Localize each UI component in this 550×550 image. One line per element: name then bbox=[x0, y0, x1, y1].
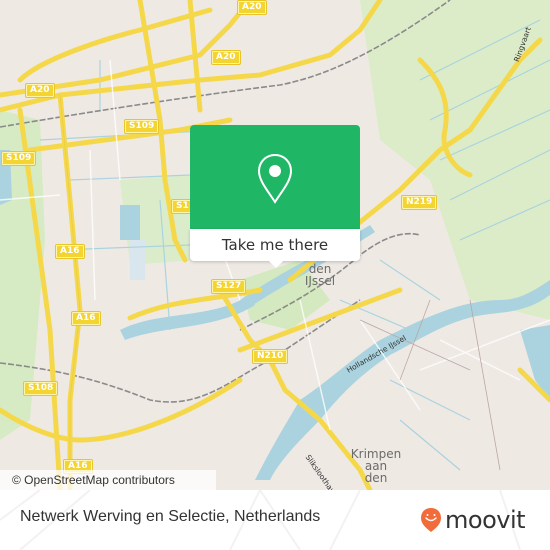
map-attribution[interactable]: © OpenStreetMap contributors bbox=[0, 470, 216, 490]
footer-bar: Netwerk Werving en Selectie, Netherlands… bbox=[0, 490, 550, 550]
place-label-line: IJssel bbox=[304, 274, 336, 288]
road-shield-s108: S108 bbox=[24, 382, 58, 395]
road-shield-a20: A20 bbox=[212, 51, 240, 64]
location-popup: Take me there bbox=[190, 125, 360, 268]
road-shield-a16: A16 bbox=[56, 245, 84, 258]
road-shield-n210: N210 bbox=[253, 350, 288, 363]
road-shield-a16: A16 bbox=[72, 312, 100, 325]
take-me-there-button[interactable]: Take me there bbox=[190, 229, 360, 261]
road-shield-s109: S109 bbox=[2, 152, 36, 165]
moovit-wordmark: moovit bbox=[445, 506, 526, 534]
place-label-line: den bbox=[364, 471, 388, 485]
popup-header bbox=[190, 125, 360, 229]
moovit-logo-icon bbox=[421, 508, 441, 532]
place-label-capelle: den IJssel bbox=[300, 263, 340, 287]
road-shield-a20: A20 bbox=[26, 84, 54, 97]
road-shield-n219: N219 bbox=[402, 196, 437, 209]
road-shield-s109: S109 bbox=[125, 120, 159, 133]
location-title: Netwerk Werving en Selectie, Netherlands bbox=[20, 508, 321, 525]
location-pin-icon bbox=[257, 153, 293, 204]
moovit-logo[interactable]: moovit bbox=[420, 505, 526, 535]
popup-pointer bbox=[268, 260, 284, 268]
road-shield-s127: S127 bbox=[212, 280, 246, 293]
place-label-krimpen: Krimpen aan den bbox=[348, 448, 404, 484]
road-shield-a20: A20 bbox=[238, 1, 266, 14]
map-view[interactable]: A20 A20 A20 S109 S109 S1 A16 A16 S127 N2… bbox=[0, 0, 550, 490]
take-me-there-label: Take me there bbox=[221, 236, 329, 254]
